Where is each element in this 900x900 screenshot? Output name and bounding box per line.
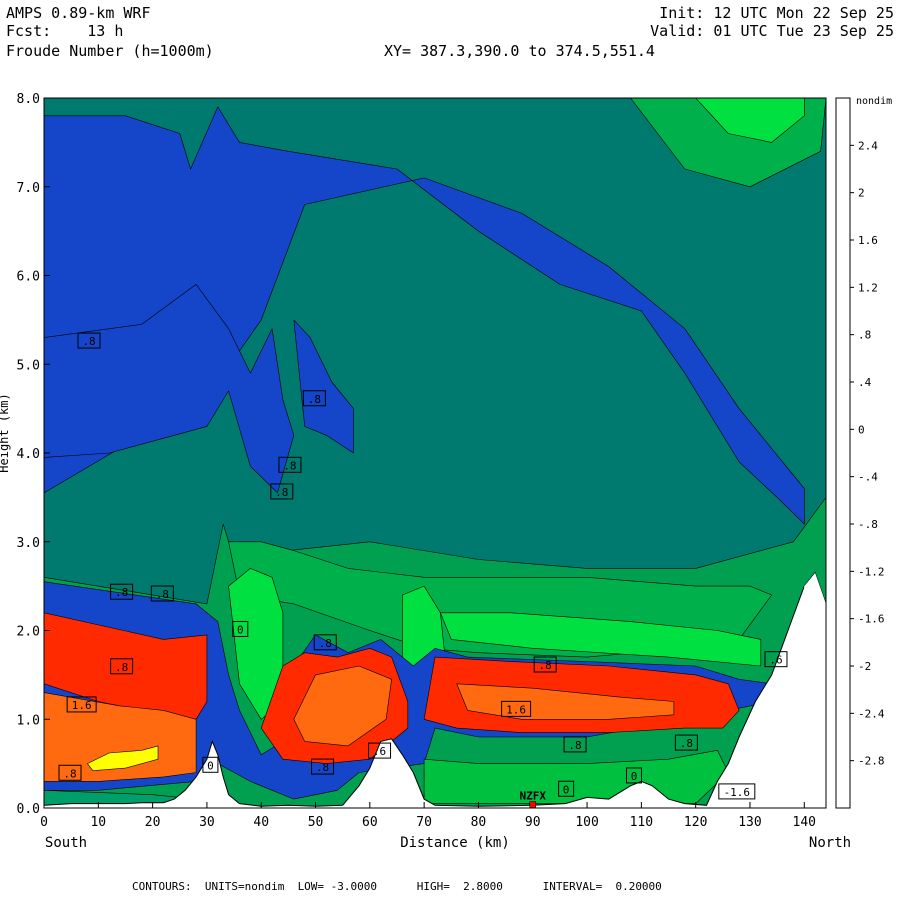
y-tick-label: 2.0 [17,625,40,640]
x-tick-label: 90 [525,815,541,830]
froude-cross-section-chart: 0 10 20 30 40 50 60 70 80 90 100 110 120 130 1400.01.0… [0,92,892,851]
terrain-north [804,572,826,808]
y-axis-label: Height (km) [0,393,11,472]
x-tick-label: 40 [253,815,269,830]
colorbar-label: -.8 [858,518,878,531]
y-tick-label: 6.0 [17,270,40,285]
contour-label: 0 [237,624,244,637]
x-tick-label: 50 [308,815,324,830]
colorbar-label: .8 [858,329,871,342]
contour-label: .8 [156,588,169,601]
colorbar-label: .4 [858,376,872,389]
contour-label: .8 [568,739,581,752]
colorbar-label: -2 [858,660,871,673]
contour-label: 0 [207,759,214,772]
y-tick-label: 4.0 [17,447,40,462]
x-tick-label: 60 [362,815,378,830]
y-tick-label: 5.0 [17,358,40,373]
contour-label: 0 [631,770,638,783]
contour-label: .6 [373,745,386,758]
contour-label: .8 [680,737,693,750]
x-tick-label: 130 [738,815,761,830]
colorbar-label: 2.4 [858,139,878,152]
south-label: South [45,835,87,851]
contour-info: CONTOURS: UNITS=nondim LOW= -3.0000 HIGH… [132,880,662,893]
contour-label: .8 [308,393,321,406]
contour-label: .8 [115,661,128,674]
x-tick-label: 0 [40,815,48,830]
y-tick-label: 7.0 [17,181,40,196]
x-tick-label: 80 [471,815,487,830]
colorbar-label: -1.6 [858,613,885,626]
y-tick-label: 3.0 [17,536,40,551]
x-tick-label: 20 [145,815,161,830]
colorbar-label: 1.2 [858,281,878,294]
colorbar-units: nondim [856,96,892,107]
x-tick-label: 10 [90,815,106,830]
contour-label: -1.6 [724,786,751,799]
plot-area: 0 10 20 30 40 50 60 70 80 90 100 110 120 130 140 0.0 1.0… [0,92,851,851]
contour-label: .8 [115,586,128,599]
colorbar-label: -2.4 [858,707,885,720]
colorbar-label: -.4 [858,471,878,484]
contour-label: 1.6 [506,703,526,716]
colorbar-label: -1.2 [858,565,885,578]
x-tick-label: 120 [684,815,707,830]
contour-label: .6 [769,654,782,667]
contour-label: 1.6 [72,699,92,712]
contour-label: 0 [563,783,570,796]
contour-label: .8 [82,335,95,348]
contour-label: .8 [319,637,332,650]
colorbar-label: 1.6 [858,234,878,247]
station-label: NZFX [520,790,547,803]
x-axis-label: Distance (km) [400,835,510,851]
y-tick-label: 1.0 [17,713,40,728]
contour-label: .8 [63,767,76,780]
contour-label: .8 [316,761,329,774]
colorbar-label: 0 [858,423,865,436]
x-tick-label: 30 [199,815,215,830]
north-label: North [809,835,851,851]
colorbar-label: 2 [858,187,865,200]
x-tick-label: 100 [575,815,598,830]
x-tick-label: 140 [793,815,816,830]
x-tick-label: 70 [416,815,432,830]
y-tick-label: 0.0 [17,802,40,817]
colorbar-label: -2.8 [858,755,885,768]
field-layer [44,98,826,808]
colorbar-frame [835,97,851,809]
y-tick-label: 8.0 [17,92,40,107]
contour-label: .8 [539,659,552,672]
contour-label: .8 [283,459,296,472]
colorbar: nondim 2.4 2 1.6 1.2 .8 .4 0 -.4 -.8 -1.2 -1.6 -2 -2.… [835,96,892,809]
x-tick-label: 110 [630,815,653,830]
contour-label: .8 [275,486,288,499]
